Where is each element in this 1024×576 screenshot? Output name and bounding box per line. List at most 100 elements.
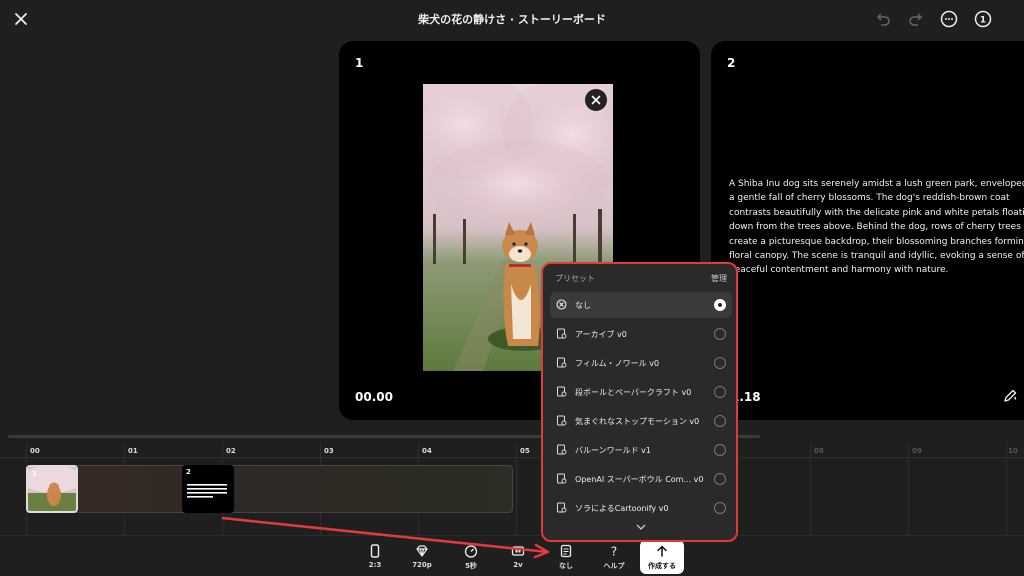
tick-label: 02 — [226, 447, 236, 455]
variations-label: 2v — [513, 561, 523, 569]
radio-button[interactable] — [714, 444, 726, 456]
preset-option-label: バルーンワールド v1 — [575, 446, 651, 455]
help-button[interactable]: ? ヘルプ — [594, 540, 634, 574]
close-icon — [591, 95, 601, 105]
preset-icon — [557, 502, 567, 513]
preset-option-label: フィルム・ノワール v0 — [575, 359, 660, 368]
preset-menu: プリセット 管理 なし アーカイブ v0 フィルム・ノワール v0 段ボールとペ… — [541, 262, 738, 542]
preset-menu-title: プリセット — [555, 274, 595, 283]
radio-button[interactable] — [714, 299, 726, 311]
radio-button[interactable] — [714, 415, 726, 427]
tick-label: 10 — [1008, 447, 1018, 455]
timeline-clip-1[interactable]: 1 — [26, 465, 78, 513]
arrow-up-icon — [657, 545, 667, 557]
preset-button[interactable]: なし — [546, 540, 586, 574]
tick-label: 00 — [30, 447, 40, 455]
more-icon — [940, 10, 958, 28]
tick-label: 01 — [128, 447, 138, 455]
resolution-button[interactable]: 720p — [402, 540, 442, 574]
timeline-tick — [810, 443, 811, 535]
info-icon: 1 — [974, 10, 992, 28]
tick-label: 04 — [422, 447, 432, 455]
timer-icon — [464, 545, 478, 558]
redo-button[interactable] — [906, 9, 926, 29]
radio-button[interactable] — [714, 328, 726, 340]
preset-option[interactable]: OpenAI スーパーボウル Com... v0 — [550, 466, 732, 492]
preset-label: なし — [559, 562, 573, 570]
card-time: 00.00 — [355, 390, 393, 404]
aspect-ratio-button[interactable]: 2:3 — [355, 540, 395, 574]
radio-button[interactable] — [714, 386, 726, 398]
bottom-toolbar: 2:3 720p 5秒 2v なし ? ヘルプ 作成する — [0, 535, 1024, 576]
preset-option[interactable]: バルーンワールド v1 — [550, 437, 732, 463]
question-icon: ? — [611, 545, 617, 559]
undo-icon — [876, 13, 890, 26]
create-label: 作成する — [648, 562, 676, 570]
aspect-label: 2:3 — [368, 561, 382, 569]
variations-icon — [511, 546, 525, 556]
variations-button[interactable]: 2v — [498, 540, 538, 574]
manage-link[interactable]: 管理 — [711, 273, 727, 284]
ruler-line — [0, 457, 1024, 458]
clip-number: 2 — [186, 468, 191, 476]
diamond-icon — [416, 545, 428, 557]
portrait-icon — [370, 544, 380, 558]
duration-label: 5秒 — [465, 562, 477, 570]
clip-number: 1 — [32, 470, 37, 478]
preset-option-label: 段ボールとペーパークラフト v0 — [575, 388, 692, 397]
redo-icon — [909, 13, 923, 26]
preset-option-label: OpenAI スーパーボウル Com... v0 — [575, 475, 704, 484]
ban-icon — [556, 299, 567, 310]
timeline-tick — [516, 443, 517, 535]
preset-icon — [557, 444, 567, 455]
timeline-tick — [908, 443, 909, 535]
preset-icon — [557, 386, 567, 397]
resolution-label: 720p — [412, 561, 432, 569]
preset-icon — [557, 328, 567, 339]
preset-option-label: アーカイブ v0 — [575, 330, 627, 339]
card-number: 1 — [355, 56, 364, 70]
preset-icon — [557, 415, 567, 426]
preset-option[interactable]: ソラによるCartoonify v0 — [550, 495, 732, 521]
preset-option[interactable]: フィルム・ノワール v0 — [550, 350, 732, 376]
page-title: 柴犬の花の静けさ · ストーリーボード — [418, 13, 606, 26]
preset-option-label: ソラによるCartoonify v0 — [575, 504, 669, 513]
info-badge: 1 — [980, 16, 986, 26]
preset-icon — [557, 473, 567, 484]
preset-option-label: なし — [575, 301, 591, 310]
preset-option[interactable]: 段ボールとペーパークラフト v0 — [550, 379, 732, 405]
radio-button[interactable] — [714, 473, 726, 485]
svg-text:?: ? — [611, 545, 617, 559]
radio-button[interactable] — [714, 357, 726, 369]
card-number: 2 — [727, 56, 736, 70]
remove-image-button[interactable] — [585, 89, 607, 111]
preset-icon — [560, 544, 572, 558]
info-button[interactable]: 1 — [973, 9, 993, 29]
preset-option[interactable]: アーカイブ v0 — [550, 321, 732, 347]
duration-button[interactable]: 5秒 — [451, 540, 491, 574]
undo-button[interactable] — [873, 9, 893, 29]
top-bar: 柴犬の花の静けさ · ストーリーボード 1 — [0, 0, 1024, 38]
tick-label: 09 — [912, 447, 922, 455]
timeline-track[interactable] — [26, 465, 513, 513]
timeline-tick — [1006, 443, 1007, 535]
preset-option[interactable]: 気まぐれなストップモーション v0 — [550, 408, 732, 434]
help-label: ヘルプ — [603, 562, 625, 570]
chevron-down-icon[interactable] — [635, 522, 647, 532]
edit-button[interactable] — [1001, 387, 1019, 405]
tick-label: 05 — [520, 447, 530, 455]
pencil-icon — [1004, 389, 1017, 402]
create-button[interactable]: 作成する — [640, 540, 684, 574]
timeline-clip-2[interactable]: 2 — [182, 465, 234, 513]
tick-label: 03 — [324, 447, 334, 455]
preset-option-none[interactable]: なし — [550, 292, 732, 318]
timeline[interactable]: 00 01 02 03 04 05 06 07 08 09 10 1 2 — [0, 443, 1024, 535]
card-description[interactable]: A Shiba Inu dog sits serenely amidst a l… — [729, 177, 1024, 278]
tick-label: 08 — [814, 447, 824, 455]
preset-option-label: 気まぐれなストップモーション v0 — [575, 417, 700, 426]
radio-button[interactable] — [714, 502, 726, 514]
storyboard-card-2[interactable]: 2 A Shiba Inu dog sits serenely amidst a… — [711, 41, 1024, 420]
preset-icon — [557, 357, 567, 368]
more-button[interactable] — [939, 9, 959, 29]
preset-menu-header: プリセット 管理 — [555, 273, 727, 287]
